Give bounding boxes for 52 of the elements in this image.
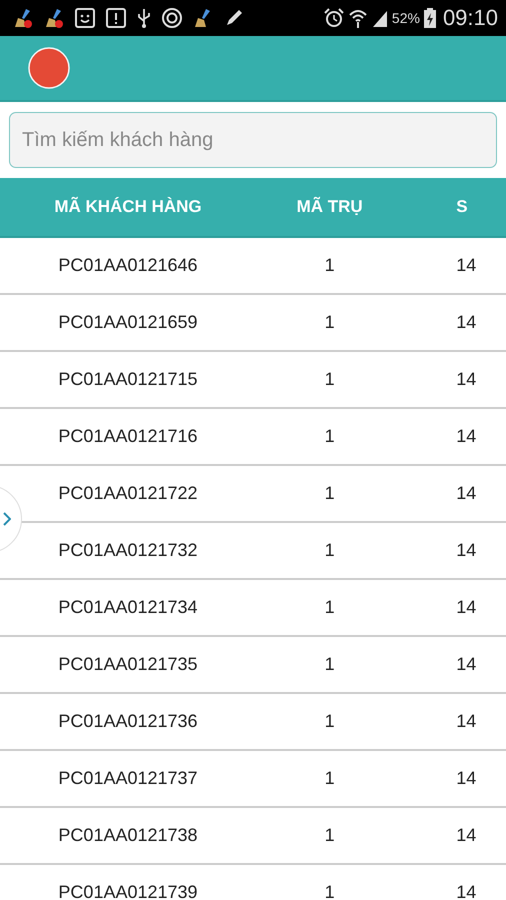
table-cell-text: PC01AA0121739 <box>57 882 199 900</box>
table-cell-text: 14 <box>456 711 478 732</box>
table-cell-text: PC01AA0121722 <box>57 483 199 504</box>
table-cell-text: PC01AA0121737 <box>57 768 199 789</box>
column-header: S <box>456 197 469 217</box>
table-cell-text: PC01AA0121735 <box>57 654 199 675</box>
column-header: MÃ TRỤ <box>296 197 364 217</box>
app-logo-icon <box>28 47 70 89</box>
table-cell-text: PC01AA0121738 <box>57 825 199 846</box>
table-cell-text: 1 <box>324 540 336 561</box>
table-cell-text: PC01AA0121715 <box>57 369 199 390</box>
table-cell-text: 14 <box>456 825 478 846</box>
table-cell-text: 14 <box>456 597 478 618</box>
table-cell-text: 1 <box>324 312 336 333</box>
table-cell-text: 1 <box>324 369 336 390</box>
table-cell-text: 14 <box>456 312 478 333</box>
table-cell-text: 1 <box>324 255 336 276</box>
clock-time: 09:10 <box>442 5 498 31</box>
table-cell-text: 1 <box>324 426 336 447</box>
table-cell-text: PC01AA0121732 <box>57 540 199 561</box>
alert-box-icon <box>105 7 127 29</box>
broom-icon <box>12 7 34 29</box>
table-cell-text: 1 <box>324 483 336 504</box>
table-cell-text: 1 <box>324 768 336 789</box>
usb-icon <box>136 7 152 29</box>
table-cell-text: PC01AA0121659 <box>57 312 199 333</box>
wifi-icon <box>348 7 368 29</box>
table-cell-text: 14 <box>456 255 478 276</box>
table-cell-text: PC01AA0121716 <box>57 426 199 447</box>
search-field[interactable]: Tìm kiếm khách hàng <box>9 112 497 168</box>
battery-charging-icon <box>422 7 437 29</box>
table-cell-text: 14 <box>456 768 478 789</box>
chevron-right-icon <box>3 512 11 526</box>
table-cell-text: PC01AA0121646 <box>57 255 199 276</box>
table-cell-text: 14 <box>456 369 478 390</box>
table-cell-text: 14 <box>456 483 478 504</box>
table-cell-text: PC01AA0121734 <box>57 597 199 618</box>
table-cell-text: 1 <box>324 597 336 618</box>
table-cell-text: 14 <box>456 882 478 900</box>
alarm-clock-icon <box>322 7 345 29</box>
table-cell-text: 1 <box>324 711 336 732</box>
table-cell-text: 1 <box>324 825 336 846</box>
smiley-box-icon <box>74 7 96 29</box>
column-header: MÃ KHÁCH HÀNG <box>53 197 203 217</box>
broom-icon <box>43 7 65 29</box>
battery-percent: 52% <box>392 10 420 26</box>
table-cell-text: 14 <box>456 426 478 447</box>
table-cell-text: 14 <box>456 540 478 561</box>
table-cell-text: 1 <box>324 654 336 675</box>
table-cell-text: PC01AA0121736 <box>57 711 199 732</box>
table-cell-text: 1 <box>324 882 336 900</box>
table-cell-text: 14 <box>456 654 478 675</box>
